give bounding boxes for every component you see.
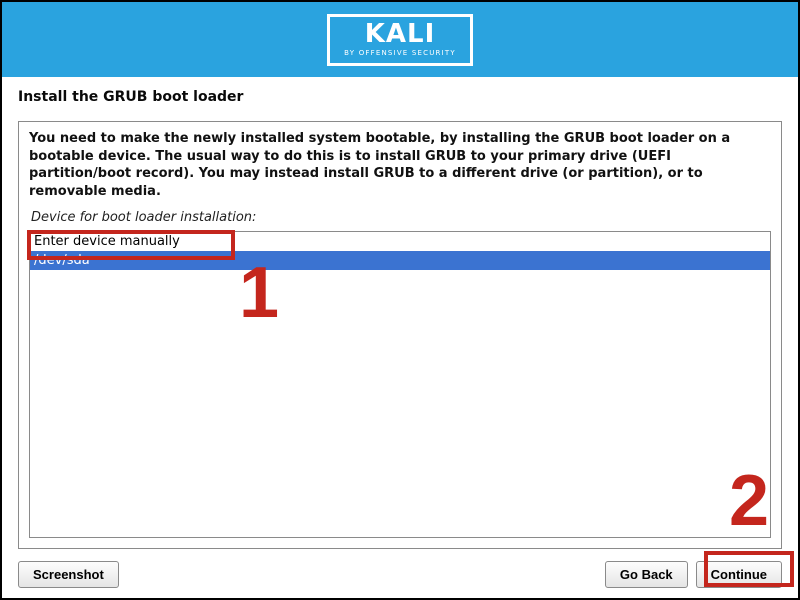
brand-subtitle: BY OFFENSIVE SECURITY [344, 49, 456, 57]
continue-button[interactable]: Continue [696, 561, 782, 588]
content-area: Install the GRUB boot loader You need to… [2, 77, 798, 598]
device-row-manual[interactable]: Enter device manually [30, 232, 770, 251]
main-panel: You need to make the newly installed sys… [18, 121, 782, 549]
installer-window: KALI BY OFFENSIVE SECURITY Install the G… [0, 0, 800, 600]
instructions-text: You need to make the newly installed sys… [29, 130, 771, 200]
device-list[interactable]: Enter device manually /dev/sda [29, 231, 771, 538]
brand-logo: KALI BY OFFENSIVE SECURITY [327, 14, 473, 66]
go-back-button[interactable]: Go Back [605, 561, 688, 588]
button-row: Screenshot Go Back Continue [18, 561, 782, 588]
screenshot-button[interactable]: Screenshot [18, 561, 119, 588]
device-field-label: Device for boot loader installation: [31, 210, 771, 225]
device-row-sda[interactable]: /dev/sda [30, 251, 770, 270]
page-title: Install the GRUB boot loader [18, 89, 782, 105]
header-bar: KALI BY OFFENSIVE SECURITY [2, 2, 798, 77]
brand-title: KALI [344, 21, 456, 47]
